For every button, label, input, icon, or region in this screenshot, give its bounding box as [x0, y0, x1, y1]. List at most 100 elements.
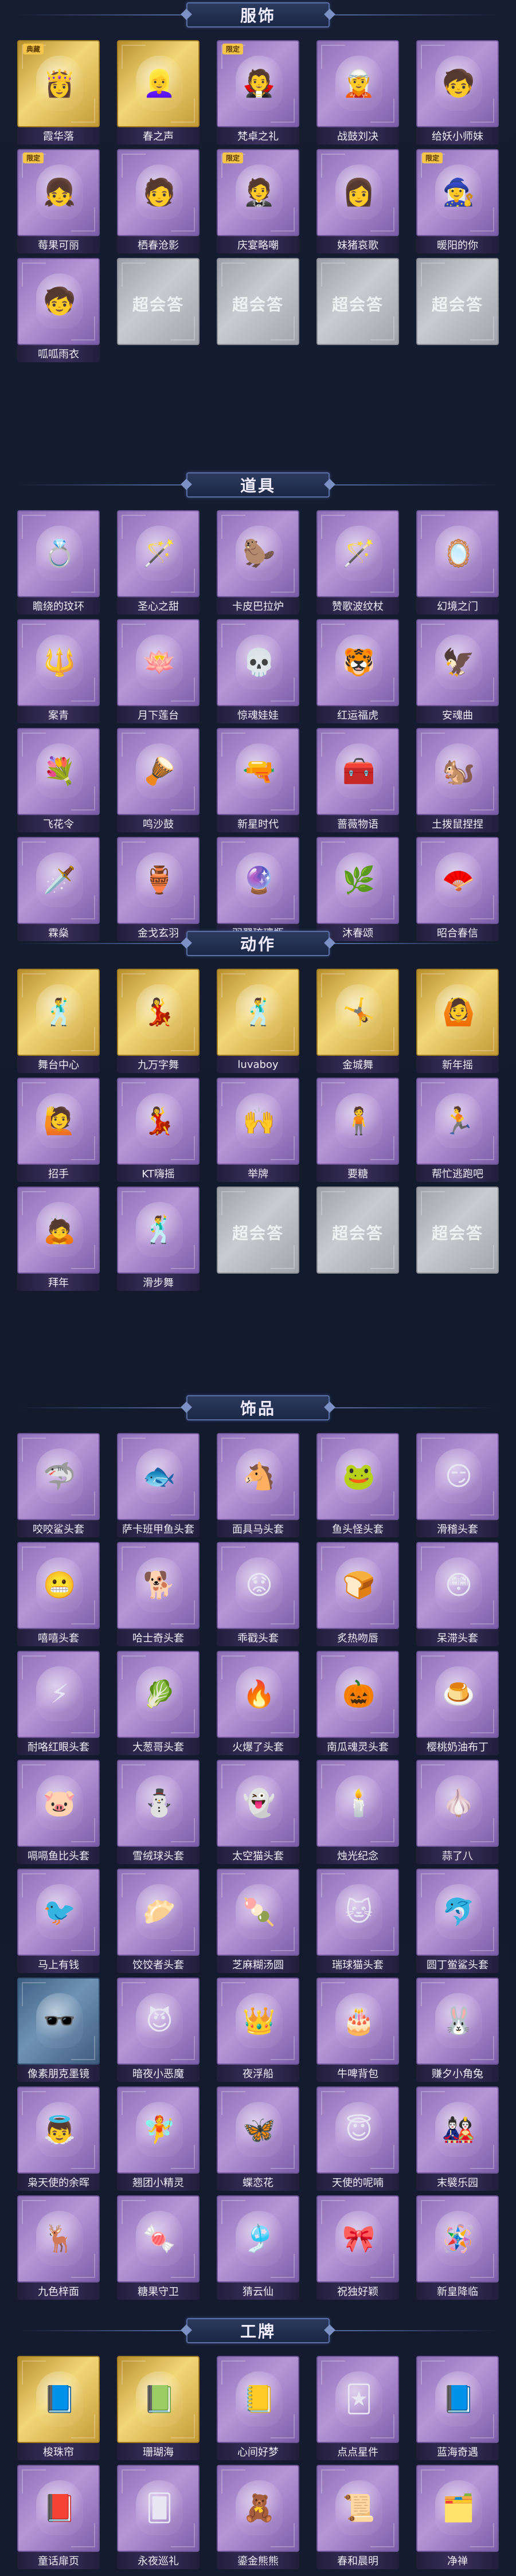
item-card[interactable]: 🦈 咬咬鲨头套 — [17, 1433, 100, 1540]
item-card[interactable]: 😏 滑稽头套 — [416, 1433, 499, 1540]
item-card[interactable]: 🐱 瑞球猫头套 — [316, 1869, 399, 1975]
item-card[interactable]: 📗 珊瑚海 — [117, 2356, 200, 2463]
item-card[interactable]: 🐿️ 土拨鼠捏捏 — [416, 728, 499, 835]
item-card[interactable]: 💃 KT嗨摇 — [117, 1078, 200, 1184]
item-card[interactable]: 🪄 赞歌波纹杖 — [316, 510, 399, 617]
item-card[interactable]: 🗂️ 净禅 — [416, 2465, 499, 2571]
item-card[interactable]: 👼 枭天使的余晖 — [17, 2086, 100, 2193]
item-card[interactable]: 🪄 圣心之甜 — [117, 510, 200, 617]
item-card[interactable]: 😬 嘻嘻头套 — [17, 1542, 100, 1649]
item-card[interactable]: 🦅 安魂曲 — [416, 619, 499, 726]
item-card[interactable]: 📘 梭珠帘 — [17, 2356, 100, 2463]
item-card[interactable]: 🕺 滑步舞 — [117, 1187, 200, 1293]
item-card[interactable]: 🤵 限定 庆宴略嘲 — [217, 149, 299, 256]
item-card[interactable]: 🔫 新星时代 — [217, 728, 299, 835]
item-card[interactable]: 🧙‍♀️ 限定 暖阳的你 — [416, 149, 499, 256]
empty-item-slot[interactable]: 超会答 — [416, 1187, 499, 1293]
item-card[interactable]: 🪞 幻境之门 — [416, 510, 499, 617]
empty-item-slot[interactable]: 超会答 — [316, 1187, 399, 1293]
item-card[interactable]: 🙇 拜年 — [17, 1187, 100, 1293]
item-card[interactable]: 🪭 昭合春信 — [416, 837, 499, 944]
item-card[interactable]: 📘 蓝海奇遇 — [416, 2356, 499, 2463]
item-card[interactable]: 👸 典藏 霞华落 — [17, 40, 100, 147]
item-card[interactable]: 🤸 金城舞 — [316, 969, 399, 1075]
item-card[interactable]: 🦌 九色梓面 — [17, 2195, 100, 2302]
item-card[interactable]: 🐬 圆丁鲎鲨头套 — [416, 1869, 499, 1975]
item-card[interactable]: 🦋 蝶恋花 — [217, 2086, 299, 2193]
item-card[interactable]: 😳 呆滞头套 — [416, 1542, 499, 1649]
item-card[interactable]: 🍬 糖果守卫 — [117, 2195, 200, 2302]
item-card[interactable]: 🎃 南瓜魂灵头套 — [316, 1651, 399, 1757]
item-card[interactable]: 🙌 举牌 — [217, 1078, 299, 1184]
item-card[interactable]: 📒 心间好梦 — [217, 2356, 299, 2463]
item-card[interactable]: 🧸 鎏金熊熊 — [217, 2465, 299, 2571]
item-card[interactable]: 🎎 末襞乐园 — [416, 2086, 499, 2193]
item-card[interactable]: 🎂 牛啤背包 — [316, 1978, 399, 2084]
item-card[interactable]: 🙆 新年摇 — [416, 969, 499, 1075]
item-card[interactable]: 🪅 新皇降临 — [416, 2195, 499, 2302]
item-card[interactable]: 🐴 面具马头套 — [217, 1433, 299, 1540]
empty-item-slot[interactable]: 超会答 — [316, 258, 399, 365]
item-card[interactable]: 👻 太空猫头套 — [217, 1760, 299, 1866]
item-card[interactable]: 🧒 给妖小师妹 — [416, 40, 499, 147]
item-card[interactable]: 🔥 火爆了头套 — [217, 1651, 299, 1757]
item-card[interactable]: 🃏 点点星件 — [316, 2356, 399, 2463]
item-card[interactable]: 🎐 猜云仙 — [217, 2195, 299, 2302]
item-card[interactable]: 🧄 蒜了八 — [416, 1760, 499, 1866]
item-card[interactable]: 🂠 永夜巡礼 — [117, 2465, 200, 2571]
item-card[interactable]: 💐 飞花令 — [17, 728, 100, 835]
item-card[interactable]: 💃 九万字舞 — [117, 969, 200, 1075]
item-card[interactable]: ⚡ 耐咯红眼头套 — [17, 1651, 100, 1757]
item-card[interactable]: 🙋 招手 — [17, 1078, 100, 1184]
item-card[interactable]: 🧒 呱呱雨衣 — [17, 258, 100, 365]
item-card[interactable]: 🍡 芝麻糊汤圆 — [217, 1869, 299, 1975]
item-card[interactable]: 👱‍♀️ 春之声 — [117, 40, 200, 147]
item-card[interactable]: 💀 惊魂娃娃 — [217, 619, 299, 726]
item-card[interactable]: 🧰 蔷薇物语 — [316, 728, 399, 835]
item-card[interactable]: 🎀 祝独好颖 — [316, 2195, 399, 2302]
item-card[interactable]: 🔱 案青 — [17, 619, 100, 726]
item-card[interactable]: ⛄ 雪绒球头套 — [117, 1760, 200, 1866]
item-card[interactable]: 💍 瞻绕的玟环 — [17, 510, 100, 617]
item-card[interactable]: 🪷 月下莲台 — [117, 619, 200, 726]
item-card[interactable]: 😟 乖戳头套 — [217, 1542, 299, 1649]
item-card[interactable]: 🐟 萨卡班甲鱼头套 — [117, 1433, 200, 1540]
item-card[interactable]: 🐰 赚夕小角兔 — [416, 1978, 499, 2084]
empty-item-slot[interactable]: 超会答 — [217, 258, 299, 365]
empty-item-slot[interactable]: 超会答 — [217, 1187, 299, 1293]
item-card[interactable]: 🍞 炙热吻唇 — [316, 1542, 399, 1649]
item-card[interactable]: 🧚 翘团小精灵 — [117, 2086, 200, 2193]
item-card[interactable]: 🥟 饺饺者头套 — [117, 1869, 200, 1975]
item-card[interactable]: 🕶️ 像素朋克墨镜 — [17, 1978, 100, 2084]
item-card[interactable]: 🗡️ 霖燊 — [17, 837, 100, 944]
item-card[interactable]: 🧛 限定 梵卓之礼 — [217, 40, 299, 147]
item-card[interactable]: 🍮 樱桃奶油布丁 — [416, 1651, 499, 1757]
item-card[interactable]: 😇 天使的呢喃 — [316, 2086, 399, 2193]
item-card[interactable]: 🏺 金戈玄羽 — [117, 837, 200, 944]
item-card[interactable]: 🔮羽翠琉璃瓶 — [217, 837, 299, 944]
empty-item-slot[interactable]: 超会答 — [416, 258, 499, 365]
item-card[interactable]: 🕯️ 烛光纪念 — [316, 1760, 399, 1866]
item-card[interactable]: 🏃 帮忙逃跑吧 — [416, 1078, 499, 1184]
item-card[interactable]: 🐦 马上有钱 — [17, 1869, 100, 1975]
item-card[interactable]: 🕺 舞台中心 — [17, 969, 100, 1075]
item-card[interactable]: 👩 妹猪哀歌 — [316, 149, 399, 256]
item-card[interactable]: 🪘 鸣沙鼓 — [117, 728, 200, 835]
item-card[interactable]: 🦫 卡皮巴拉炉 — [217, 510, 299, 617]
item-card[interactable]: 📜 春和晨明 — [316, 2465, 399, 2571]
empty-item-slot[interactable]: 超会答 — [117, 258, 200, 365]
item-card[interactable]: 🕺 luvaboy — [217, 969, 299, 1075]
item-card[interactable]: 🧑 栖春沧影 — [117, 149, 200, 256]
item-card[interactable]: 😈 暗夜小恶魔 — [117, 1978, 200, 2084]
item-card[interactable]: 🐯 红运福虎 — [316, 619, 399, 726]
item-card[interactable]: 👑 夜浮船 — [217, 1978, 299, 2084]
item-card[interactable]: 🐕 哈士奇头套 — [117, 1542, 200, 1649]
item-card[interactable]: 🧝 战鼓刘决 — [316, 40, 399, 147]
item-card[interactable]: 🐸 鱼头怪头套 — [316, 1433, 399, 1540]
item-card[interactable]: 📕 童话扉页 — [17, 2465, 100, 2571]
item-card[interactable]: 👧 限定 莓果可丽 — [17, 149, 100, 256]
item-card[interactable]: 🧍 要糖 — [316, 1078, 399, 1184]
item-card[interactable]: 🐷 嗝嗝鱼比头套 — [17, 1760, 100, 1866]
item-card[interactable]: 🌿 沐春颂 — [316, 837, 399, 944]
item-card[interactable]: 🥬 大葱哥头套 — [117, 1651, 200, 1757]
